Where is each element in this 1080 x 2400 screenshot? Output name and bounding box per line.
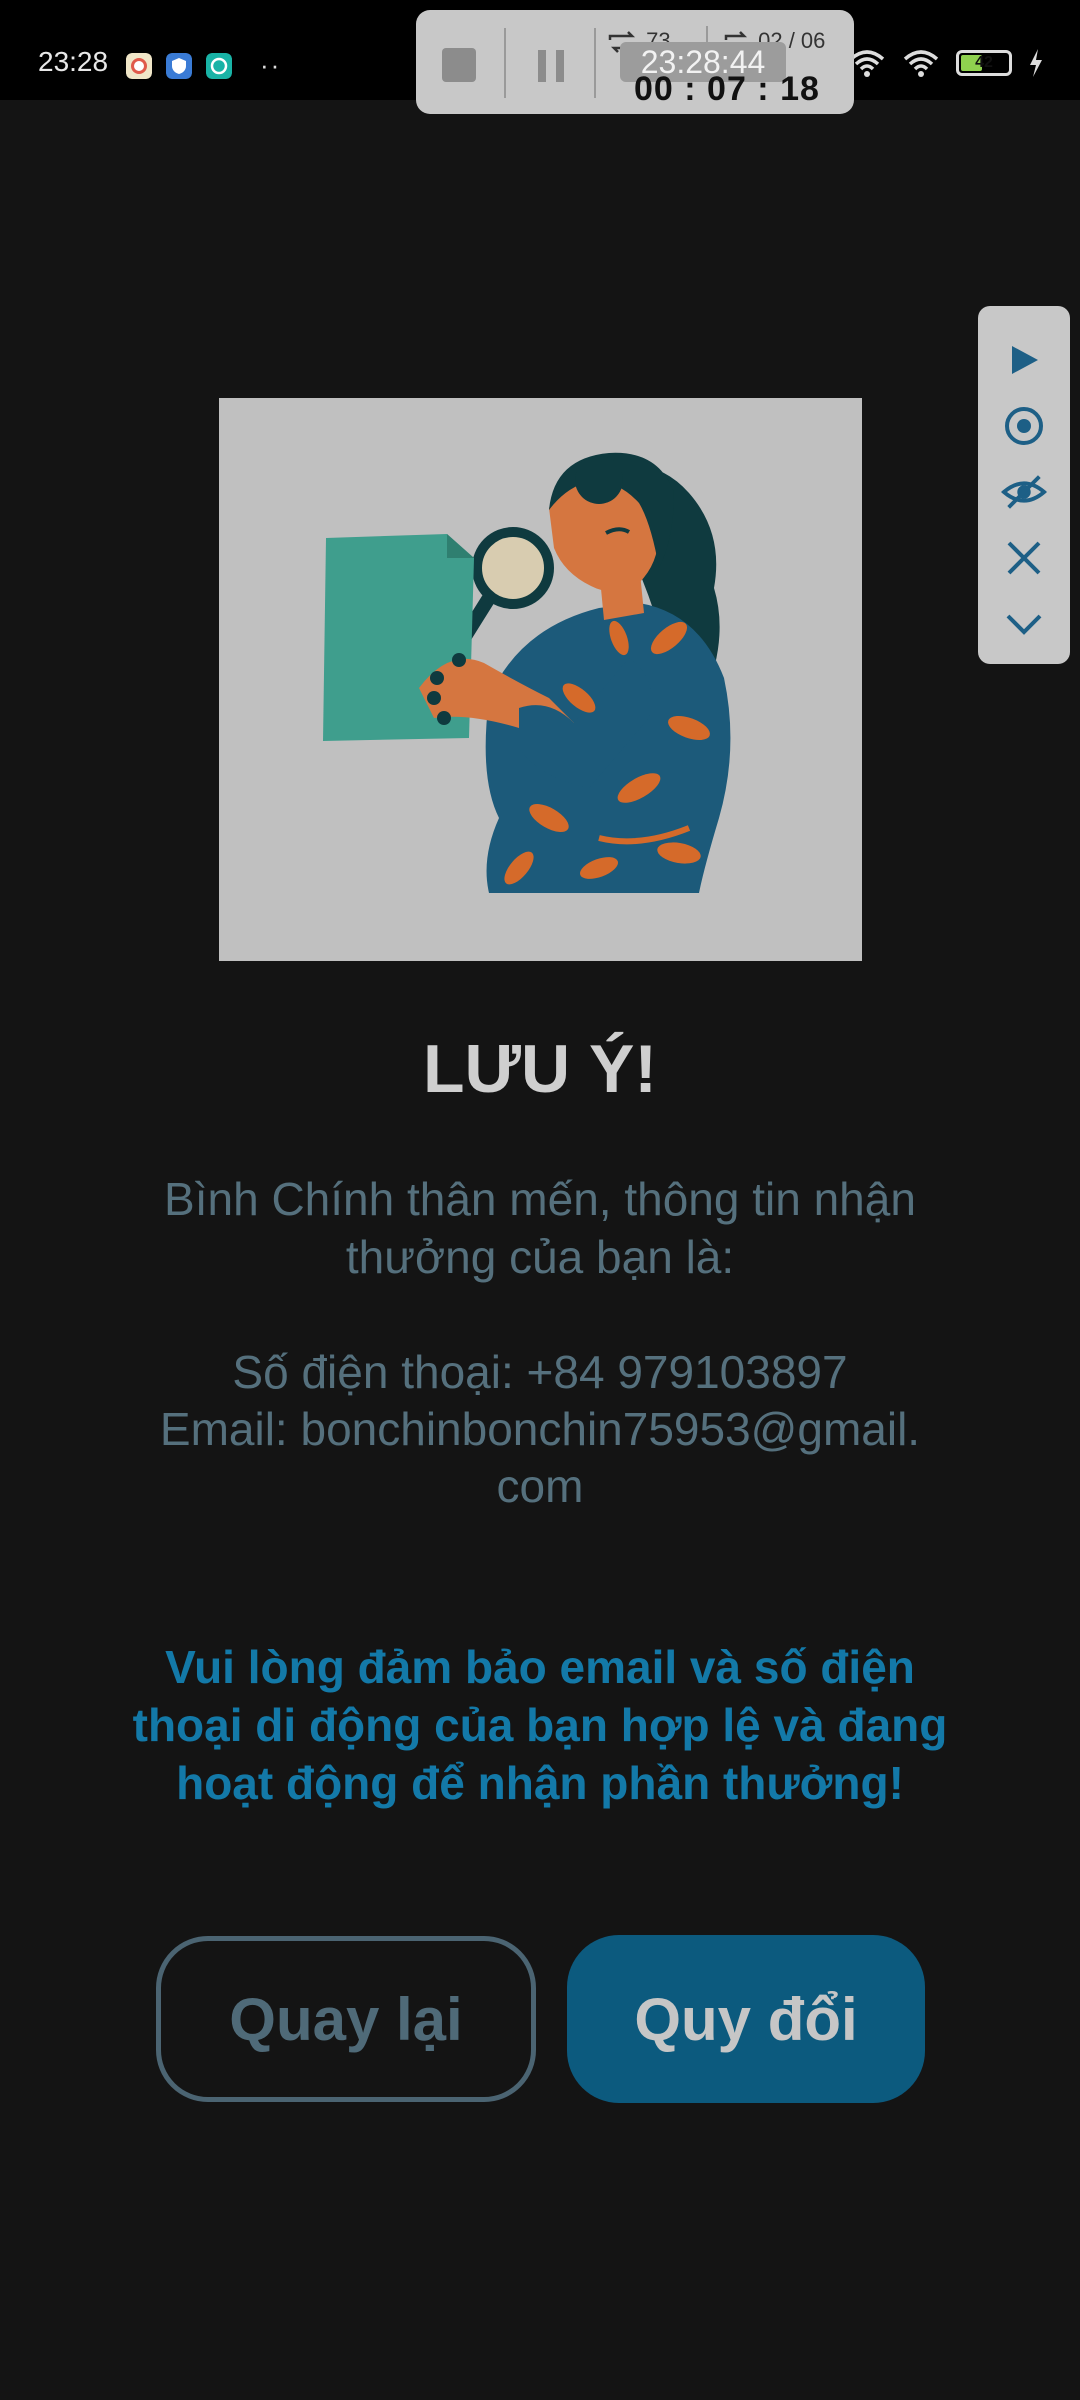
recorder-timer: 00 : 07 : 18 <box>634 70 820 108</box>
contact-info: Số điện thoại: +84 979103897 Email: bonc… <box>150 1344 930 1515</box>
overflow-dots-icon: ·· <box>260 50 282 80</box>
shield-app-icon <box>166 52 192 79</box>
record-button[interactable] <box>1001 402 1047 450</box>
warning-text: Vui lòng đảm bảo email và số điện thoại … <box>132 1641 948 1809</box>
collapse-button[interactable] <box>1001 600 1047 648</box>
recorder-divider <box>504 28 506 98</box>
floating-side-panel <box>978 306 1070 664</box>
email-line: Email: bonchinbonchin75953@gmail.com <box>159 1403 921 1512</box>
play-button[interactable] <box>1001 336 1047 384</box>
hide-button[interactable] <box>1001 468 1047 516</box>
screen-recorder-widget: 73 02 / 06 23:28:44 00 : 07 : 18 <box>416 10 854 114</box>
record-icon <box>1005 407 1043 445</box>
close-button[interactable] <box>1001 534 1047 582</box>
clock-app-icon <box>126 52 152 79</box>
eye-hidden-icon <box>1001 475 1047 509</box>
chevron-down-icon <box>1006 614 1042 635</box>
back-button[interactable]: Quay lại <box>156 1936 536 2102</box>
pause-icon[interactable] <box>534 50 568 82</box>
battery-level: 42 <box>975 54 993 71</box>
close-icon <box>1007 541 1041 575</box>
greeting-text: Bình Chính thân mến, thông tin nhận thưở… <box>164 1173 916 1283</box>
play-icon <box>1012 346 1038 374</box>
inspection-illustration <box>219 398 862 961</box>
status-app-icons: ·· <box>126 50 281 81</box>
status-time: 23:28 <box>38 46 109 77</box>
woman-with-magnifier-illustration <box>323 452 731 893</box>
browser-app-icon <box>206 52 232 79</box>
dialog-title: LƯU Ý! <box>423 1031 657 1107</box>
recorder-divider <box>594 28 596 98</box>
battery-icon: 42 <box>956 50 1012 76</box>
phone-line: Số điện thoại: +84 979103897 <box>232 1346 848 1398</box>
status-right-icons: 42 <box>848 48 1044 78</box>
redeem-button[interactable]: Quy đổi <box>567 1935 925 2103</box>
stop-icon[interactable] <box>442 48 476 82</box>
wifi-hotspot-icon <box>903 50 939 77</box>
charging-icon <box>1030 49 1042 77</box>
